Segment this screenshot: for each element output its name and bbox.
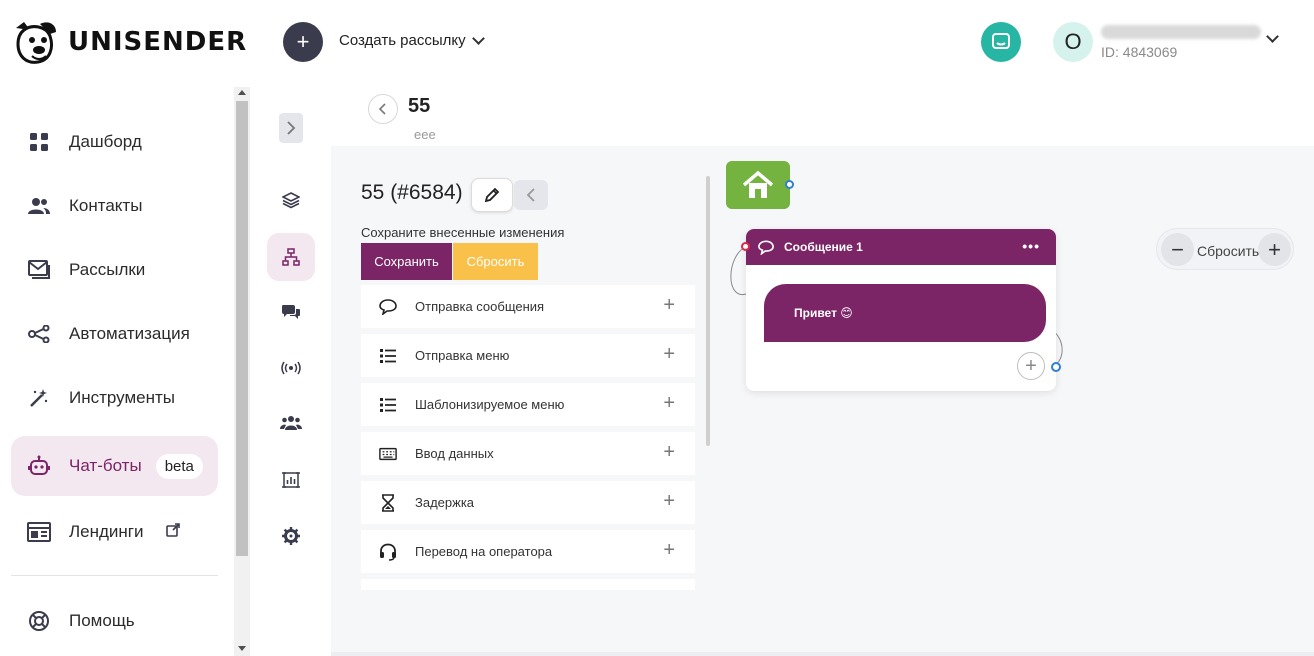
zoom-in-button[interactable]: +	[1258, 233, 1291, 266]
message-node-header: Сообщение 1 •••	[746, 229, 1056, 265]
speech-bubble-icon	[758, 239, 774, 255]
start-node[interactable]	[726, 161, 790, 209]
message-bubble[interactable]: Привет 😊	[764, 284, 1046, 342]
node-connectors	[730, 246, 1063, 366]
start-node-port[interactable]	[785, 180, 794, 189]
more-options-icon[interactable]: •••	[1022, 238, 1040, 254]
zoom-reset-button[interactable]: Сбросить	[1197, 243, 1259, 259]
message-output-port[interactable]	[1051, 362, 1061, 372]
zoom-controls: − Сбросить +	[1156, 228, 1294, 270]
start-connector	[730, 246, 747, 295]
zoom-out-button[interactable]: −	[1161, 233, 1194, 266]
message-input-port[interactable]	[741, 242, 750, 251]
home-icon	[742, 170, 774, 198]
message-text: Привет 😊	[794, 306, 853, 320]
message-node-title: Сообщение 1	[784, 240, 863, 254]
message-node[interactable]: Сообщение 1 ••• Привет 😊 +	[746, 229, 1056, 391]
add-button-plus-icon[interactable]: +	[1017, 352, 1045, 380]
